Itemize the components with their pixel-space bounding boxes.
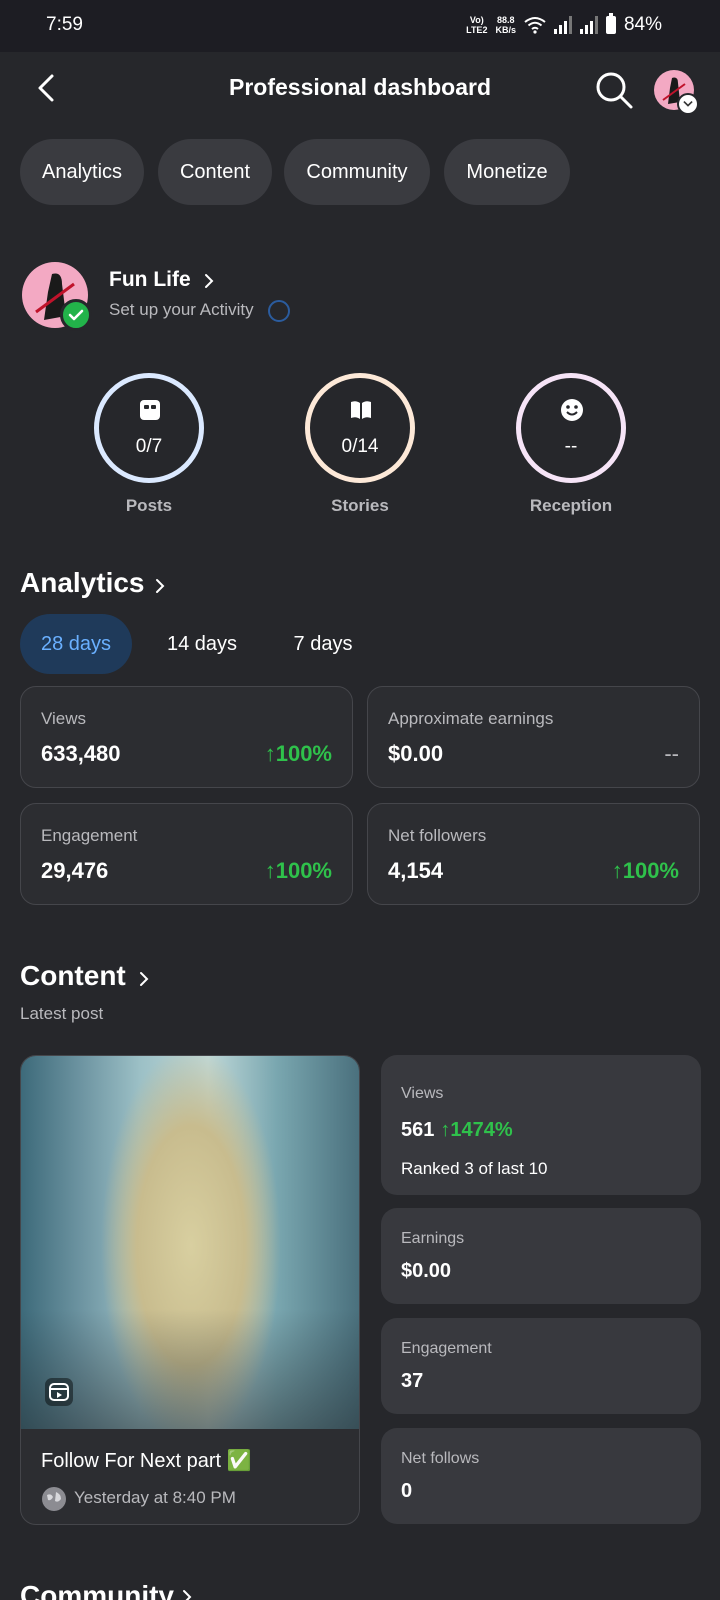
post-engagement-value: 37 [401, 1370, 424, 1392]
up-arrow-icon: ↑ [264, 858, 276, 883]
community-heading[interactable]: Community [20, 1580, 174, 1600]
post-earnings-card[interactable]: Earnings $0.00 [381, 1208, 701, 1304]
tab-28-days[interactable]: 28 days [20, 614, 132, 674]
wifi-icon [524, 17, 546, 34]
stories-ring[interactable]: 0/14 [305, 373, 415, 483]
verified-check-icon [60, 299, 92, 331]
content-heading[interactable]: Content [20, 960, 126, 992]
posts-ring[interactable]: 0/7 [94, 373, 204, 483]
reception-ring[interactable]: -- [516, 373, 626, 483]
signal-icon-1 [553, 16, 572, 34]
account-switch-icon[interactable] [677, 93, 699, 115]
chip-monetize[interactable]: Monetize [444, 139, 570, 205]
post-engagement-card[interactable]: Engagement 37 [381, 1318, 701, 1414]
book-icon [351, 401, 371, 419]
battery-icon [605, 13, 616, 34]
card-label: Net followers [388, 826, 487, 845]
net-followers-card[interactable]: Net followers 4,154 ↑100% [367, 803, 700, 905]
battery-percent: 84% [623, 14, 662, 35]
post-icon [140, 400, 160, 420]
engagement-card[interactable]: Engagement 29,476 ↑100% [20, 803, 353, 905]
post-earnings-label: Earnings [401, 1230, 465, 1247]
stories-value: 0/14 [341, 436, 379, 457]
stories-label: Stories [331, 496, 389, 515]
posts-value: 0/7 [135, 436, 163, 457]
card-label: Engagement [41, 826, 138, 845]
card-label: Views [41, 709, 87, 728]
status-icons: Vo) LTE2 88.8 KB/s 84% [466, 13, 662, 36]
card-delta: -- [664, 741, 679, 766]
tab-14-days[interactable]: 14 days [146, 614, 258, 674]
up-arrow-icon: ↑ [611, 858, 623, 883]
up-arrow-icon: ↑ [440, 1119, 451, 1141]
search-icon[interactable] [594, 70, 634, 110]
card-value: 29,476 [41, 858, 109, 883]
signal-icon-2 [579, 16, 598, 34]
earnings-card[interactable]: Approximate earnings $0.00 -- [367, 686, 700, 788]
post-views-value: 561 ↑1474% [401, 1119, 513, 1141]
loading-spinner-icon [268, 300, 290, 322]
post-caption: Follow For Next part ✅ [41, 1450, 252, 1472]
card-value: 633,480 [41, 741, 121, 766]
post-views-rank: Ranked 3 of last 10 [401, 1159, 548, 1178]
up-arrow-icon: ↑ [264, 741, 276, 766]
post-engagement-label: Engagement [401, 1340, 492, 1357]
analytics-chevron-icon[interactable] [151, 575, 169, 597]
post-net-follows-label: Net follows [401, 1450, 480, 1467]
status-time: 7:59 [46, 14, 83, 35]
card-value: 4,154 [388, 858, 444, 883]
latest-post-card[interactable]: Follow For Next part ✅ Yesterday at 8:40… [20, 1055, 360, 1525]
profile-name[interactable]: Fun Life [109, 268, 191, 292]
reception-value: -- [564, 436, 578, 457]
chevron-right-icon[interactable] [200, 270, 218, 292]
post-net-follows-value: 0 [401, 1480, 413, 1502]
latest-post-label: Latest post [20, 1004, 104, 1023]
post-time: Yesterday at 8:40 PM [74, 1488, 236, 1507]
card-label: Approximate earnings [388, 709, 554, 728]
post-views-label: Views [401, 1085, 444, 1102]
views-card[interactable]: Views 633,480 ↑100% [20, 686, 353, 788]
status-bar: 7:59 Vo) LTE2 88.8 KB/s 84% [0, 0, 720, 52]
content-chevron-icon[interactable] [135, 968, 153, 990]
card-delta: ↑100% [264, 858, 332, 883]
network-speed: 88.8 KB/s [495, 15, 516, 35]
card-value: $0.00 [388, 741, 444, 766]
smiley-icon [561, 399, 583, 421]
community-chevron-icon[interactable] [178, 1586, 196, 1600]
post-net-follows-card[interactable]: Net follows 0 [381, 1428, 701, 1524]
globe-icon [42, 1487, 66, 1511]
chip-analytics[interactable]: Analytics [20, 139, 144, 205]
reels-icon [45, 1378, 73, 1406]
chip-content[interactable]: Content [158, 139, 272, 205]
chip-community[interactable]: Community [284, 139, 430, 205]
tab-7-days[interactable]: 7 days [268, 614, 378, 674]
reception-label: Reception [529, 496, 613, 515]
analytics-heading[interactable]: Analytics [20, 567, 145, 599]
post-views-card[interactable]: Views 561 ↑1474% Ranked 3 of last 10 [381, 1055, 701, 1195]
card-delta: ↑100% [611, 858, 679, 883]
post-earnings-value: $0.00 [401, 1260, 452, 1282]
posts-label: Posts [125, 496, 173, 515]
card-delta: ↑100% [264, 741, 332, 766]
post-thumbnail[interactable] [21, 1056, 359, 1429]
volte-indicator: Vo) LTE2 [466, 15, 488, 35]
profile-subtitle[interactable]: Set up your Activity [109, 300, 254, 320]
